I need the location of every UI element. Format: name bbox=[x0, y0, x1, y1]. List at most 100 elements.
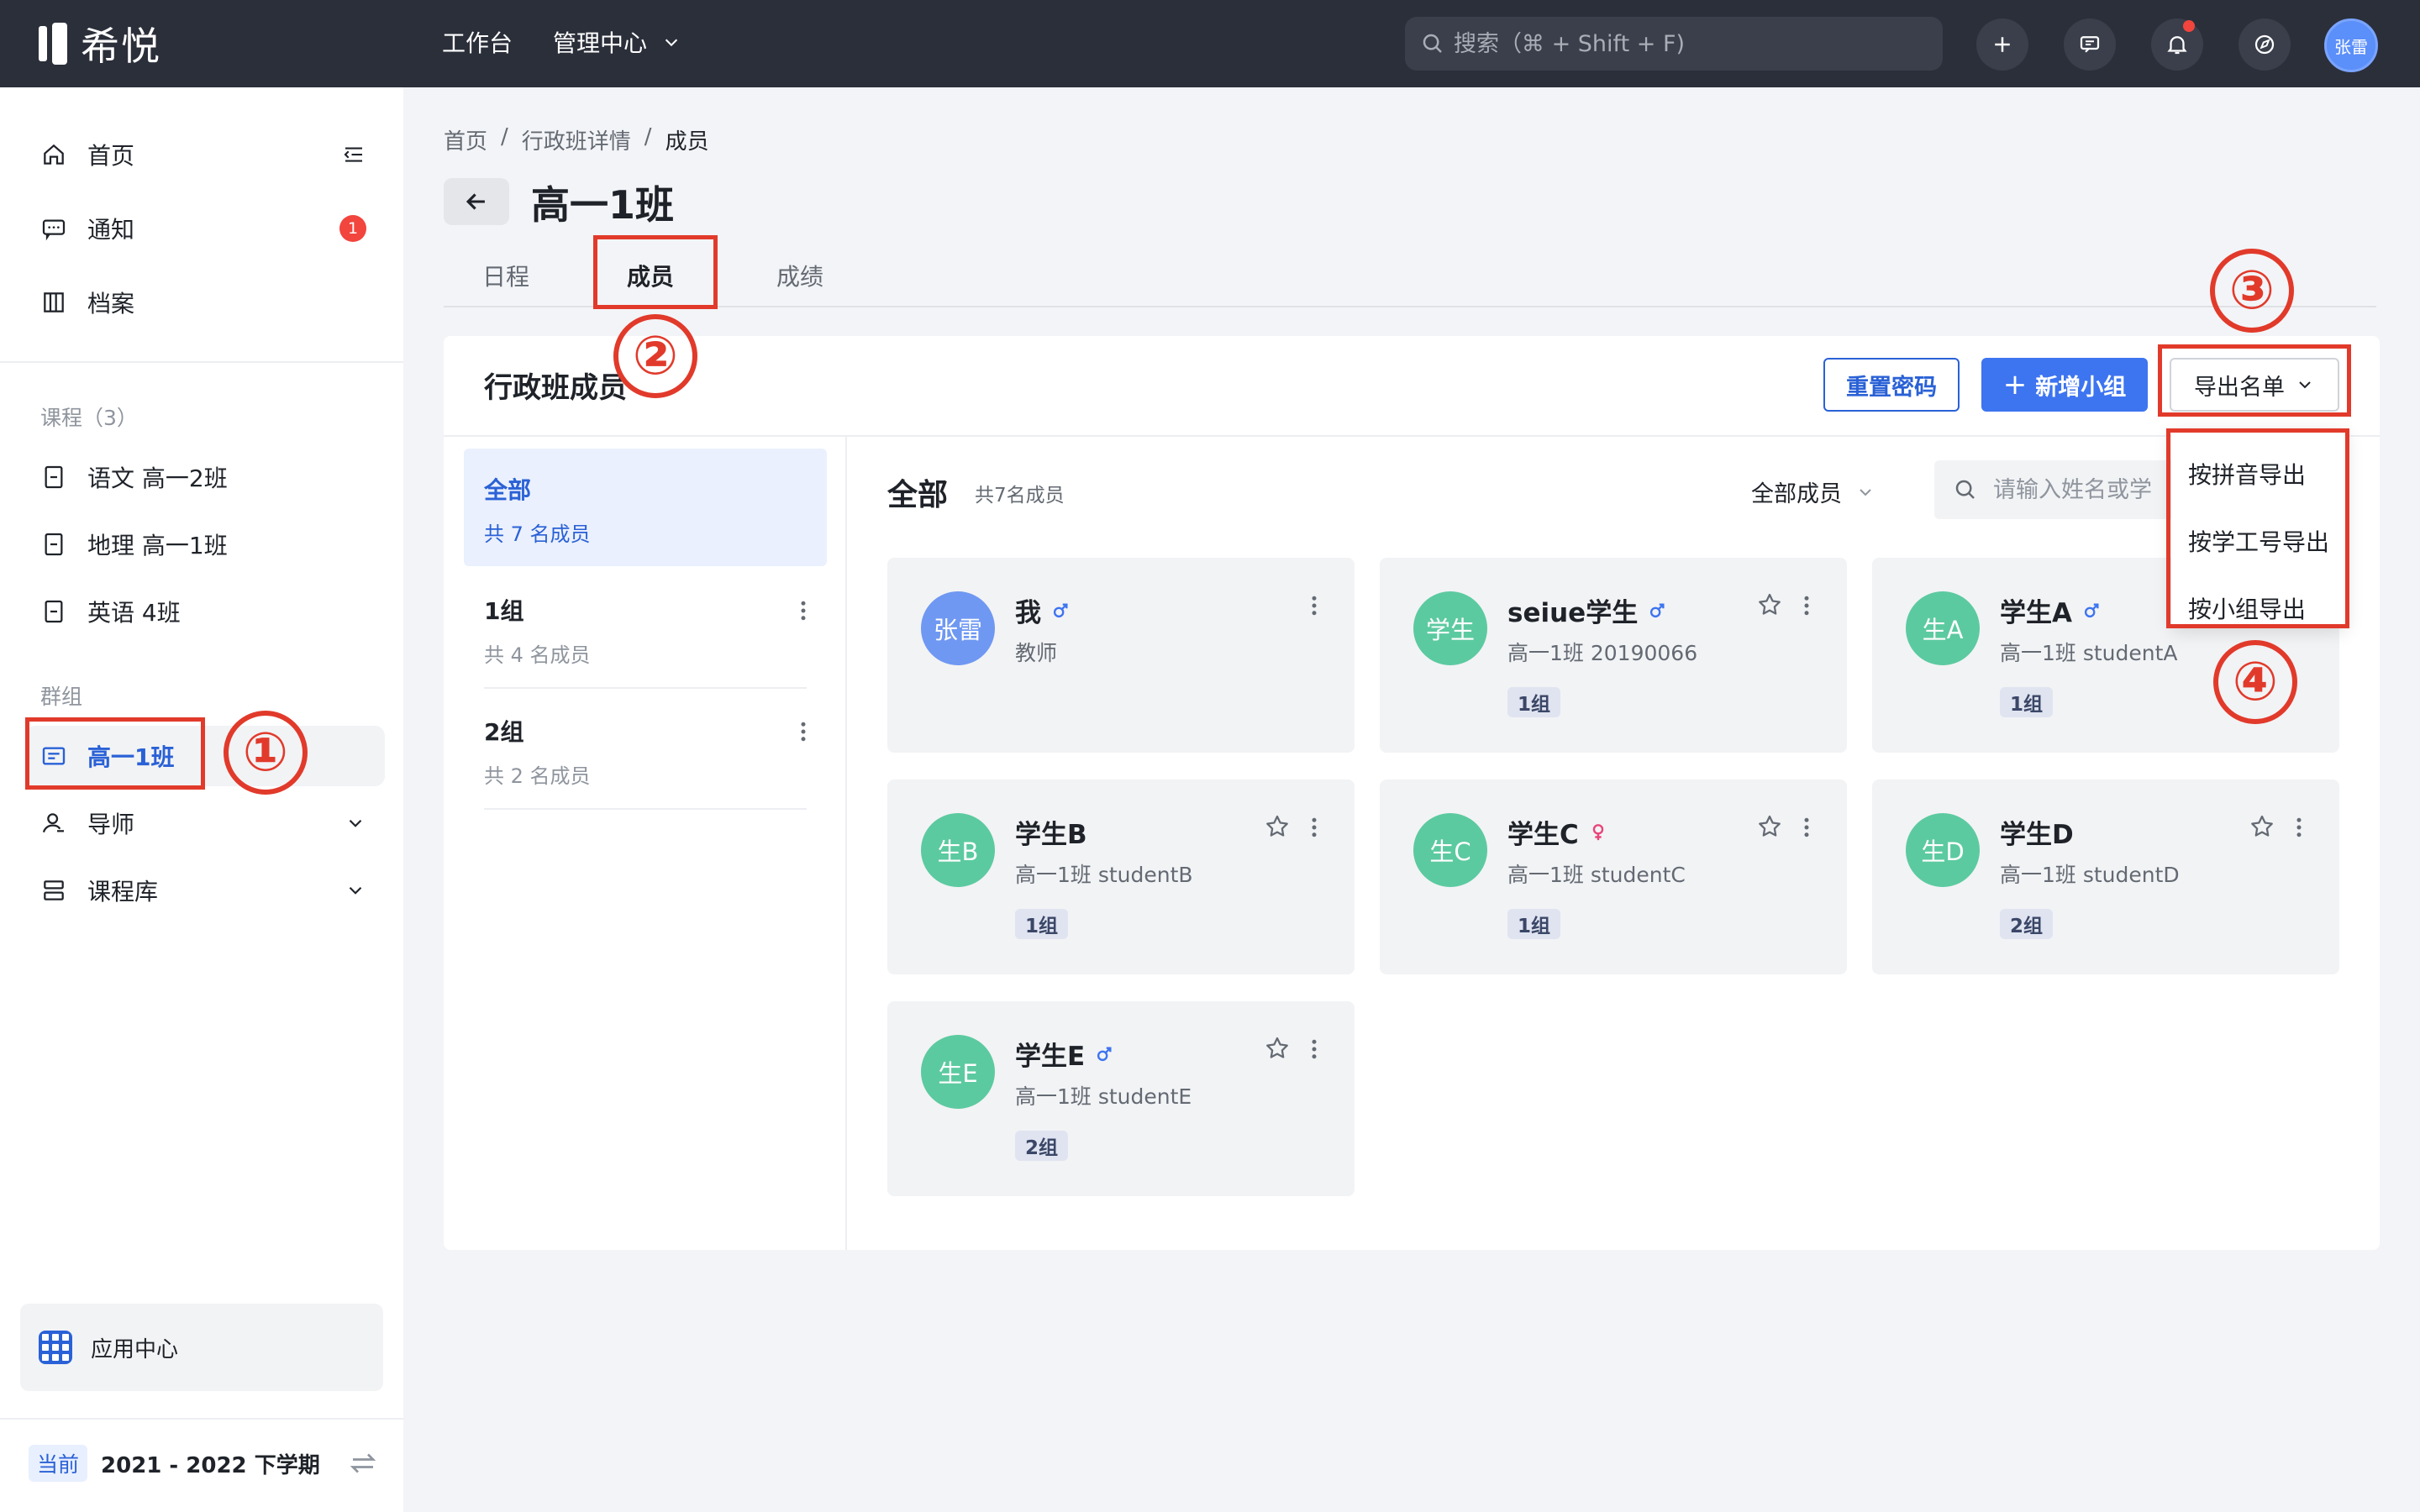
add-group-label: 新增小组 bbox=[2035, 374, 2127, 401]
reset-password-button[interactable]: 重置密码 bbox=[1823, 358, 1960, 412]
nav-workbench-label: 工作台 bbox=[442, 29, 513, 57]
member-info: 高一1班 studentB bbox=[1015, 863, 1193, 887]
more-vertical-icon[interactable] bbox=[795, 719, 812, 744]
nav-admin-center[interactable]: 管理中心 bbox=[553, 25, 681, 59]
chat-icon bbox=[2080, 36, 2100, 53]
member-card[interactable]: 生E 学生E 高一1班 studentE 2组 bbox=[887, 1001, 1355, 1196]
annotation-number: ② bbox=[613, 314, 697, 398]
book-icon bbox=[45, 533, 63, 556]
member-avatar: 张雷 bbox=[921, 591, 995, 665]
logo[interactable]: 希悦 bbox=[39, 20, 161, 69]
member-avatar: 生E bbox=[921, 1035, 995, 1109]
compass-icon bbox=[2254, 34, 2275, 55]
member-name-row: 学生D bbox=[2000, 813, 2074, 851]
member-name: 学生E bbox=[1015, 1042, 1086, 1072]
search-icon bbox=[1423, 34, 1442, 53]
group-count: 共 2 名成员 bbox=[484, 764, 591, 788]
tab-bar: 日程 成员 成绩 bbox=[444, 249, 2376, 307]
member-search[interactable] bbox=[1934, 460, 2186, 519]
more-vertical-icon[interactable] bbox=[2292, 815, 2306, 840]
global-search[interactable] bbox=[1405, 17, 1943, 71]
annotation-box-class bbox=[25, 717, 205, 790]
sidebar-item-label: 首页 bbox=[87, 142, 135, 170]
more-vertical-icon[interactable] bbox=[1307, 593, 1321, 618]
help-button[interactable] bbox=[2238, 18, 2291, 71]
star-icon[interactable] bbox=[1756, 813, 1783, 840]
member-card[interactable]: 生B 学生B 高一1班 studentB 1组 bbox=[887, 780, 1355, 974]
more-vertical-icon[interactable] bbox=[1307, 1037, 1321, 1062]
app-center-button[interactable]: 应用中心 bbox=[20, 1304, 383, 1391]
member-card[interactable]: 生C 学生C 高一1班 studentC 1组 bbox=[1380, 780, 1847, 974]
star-icon[interactable] bbox=[1756, 591, 1783, 618]
notification-button[interactable] bbox=[2151, 18, 2203, 71]
user-avatar[interactable]: 张雷 bbox=[2324, 18, 2378, 72]
add-group-button[interactable]: + 新增小组 bbox=[1981, 358, 2148, 412]
sidebar-item-course[interactable]: 英语 4班 bbox=[25, 581, 385, 642]
member-avatar: 生B bbox=[921, 813, 995, 887]
nav-admin-center-label: 管理中心 bbox=[553, 29, 648, 57]
breadcrumb-home[interactable]: 首页 bbox=[444, 124, 487, 155]
breadcrumb: 首页 / 行政班详情 / 成员 bbox=[444, 124, 709, 155]
breadcrumb-separator: / bbox=[644, 124, 652, 150]
member-avatar: 生C bbox=[1413, 813, 1487, 887]
logo-text: 希悦 bbox=[81, 24, 161, 69]
panel-column-divider bbox=[845, 437, 847, 1250]
sidebar-item-mentor[interactable]: 导师 bbox=[25, 793, 385, 853]
global-search-input[interactable] bbox=[1454, 30, 1924, 57]
arrow-left-icon bbox=[466, 193, 485, 210]
chevron-down-icon bbox=[1860, 488, 1871, 496]
member-card[interactable]: 生D 学生D 高一1班 studentD 2组 bbox=[1872, 780, 2339, 974]
top-nav: 工作台 管理中心 bbox=[442, 25, 681, 59]
member-card[interactable]: 张雷我教师 bbox=[887, 558, 1355, 753]
tab-grades[interactable]: 成绩 bbox=[776, 259, 823, 292]
groups-section-title: 群组 bbox=[40, 685, 83, 709]
member-name: 我 bbox=[1015, 598, 1041, 628]
annotation-box-members-tab bbox=[593, 235, 718, 309]
member-name-row: 学生A bbox=[2000, 591, 2101, 629]
member-search-input[interactable] bbox=[1993, 476, 2178, 503]
sidebar-item-label: 导师 bbox=[87, 811, 135, 838]
tab-schedule[interactable]: 日程 bbox=[482, 259, 529, 292]
more-vertical-icon[interactable] bbox=[795, 598, 812, 623]
breadcrumb-class-detail[interactable]: 行政班详情 bbox=[522, 124, 631, 155]
chat-button[interactable] bbox=[2064, 18, 2116, 71]
sidebar-item-label: 地理 高一1班 bbox=[87, 532, 228, 559]
annotation-number: ① bbox=[224, 711, 308, 795]
member-card[interactable]: 学生 seiue学生 高一1班 20190066 1组 bbox=[1380, 558, 1847, 753]
member-filter-dropdown[interactable]: 全部成员 bbox=[1751, 475, 1876, 508]
more-vertical-icon[interactable] bbox=[1800, 815, 1813, 840]
term-bar: 当前 2021 - 2022 下学期 bbox=[0, 1418, 403, 1509]
member-avatar: 生D bbox=[1906, 813, 1980, 887]
more-vertical-icon[interactable] bbox=[1800, 593, 1813, 618]
group-item-all[interactable]: 全部 共 7 名成员 bbox=[464, 449, 827, 566]
star-icon[interactable] bbox=[1264, 1035, 1291, 1062]
group-name: 全部 bbox=[484, 476, 532, 504]
group-item[interactable]: 1组 共 4 名成员 bbox=[464, 570, 827, 687]
annotation-number: ③ bbox=[2210, 249, 2294, 333]
annotation-box-export-menu bbox=[2166, 428, 2349, 628]
sidebar-item-home[interactable]: 首页 bbox=[25, 124, 385, 185]
back-button[interactable] bbox=[444, 178, 509, 225]
group-item[interactable]: 2组 共 2 名成员 bbox=[464, 690, 827, 808]
sidebar-item-course-library[interactable]: 课程库 bbox=[25, 860, 385, 921]
sidebar-item-label: 课程库 bbox=[87, 878, 159, 906]
sidebar-item-archive[interactable]: 档案 bbox=[25, 272, 385, 333]
sidebar-item-label: 档案 bbox=[87, 290, 135, 318]
add-button[interactable] bbox=[1976, 18, 2028, 71]
member-name-row: 学生E bbox=[1015, 1035, 1113, 1073]
star-icon[interactable] bbox=[2249, 813, 2275, 840]
star-icon[interactable] bbox=[1264, 813, 1291, 840]
sidebar-item-course[interactable]: 语文 高一2班 bbox=[25, 447, 385, 507]
member-name: 学生C bbox=[1507, 820, 1579, 850]
sidebar-item-course[interactable]: 地理 高一1班 bbox=[25, 514, 385, 575]
switch-icon[interactable] bbox=[348, 1448, 378, 1478]
nav-workbench[interactable]: 工作台 bbox=[442, 25, 513, 59]
more-vertical-icon[interactable] bbox=[1307, 815, 1321, 840]
sidebar-item-notice[interactable]: 通知 1 bbox=[25, 198, 385, 259]
top-bar: 希悦 工作台 管理中心 张雷 bbox=[0, 0, 2420, 87]
collapse-sidebar-icon[interactable] bbox=[341, 142, 366, 167]
male-icon bbox=[2084, 602, 2099, 617]
member-name: 学生A bbox=[2000, 598, 2072, 628]
archive-icon bbox=[44, 292, 64, 312]
panel-divider bbox=[444, 435, 2380, 437]
